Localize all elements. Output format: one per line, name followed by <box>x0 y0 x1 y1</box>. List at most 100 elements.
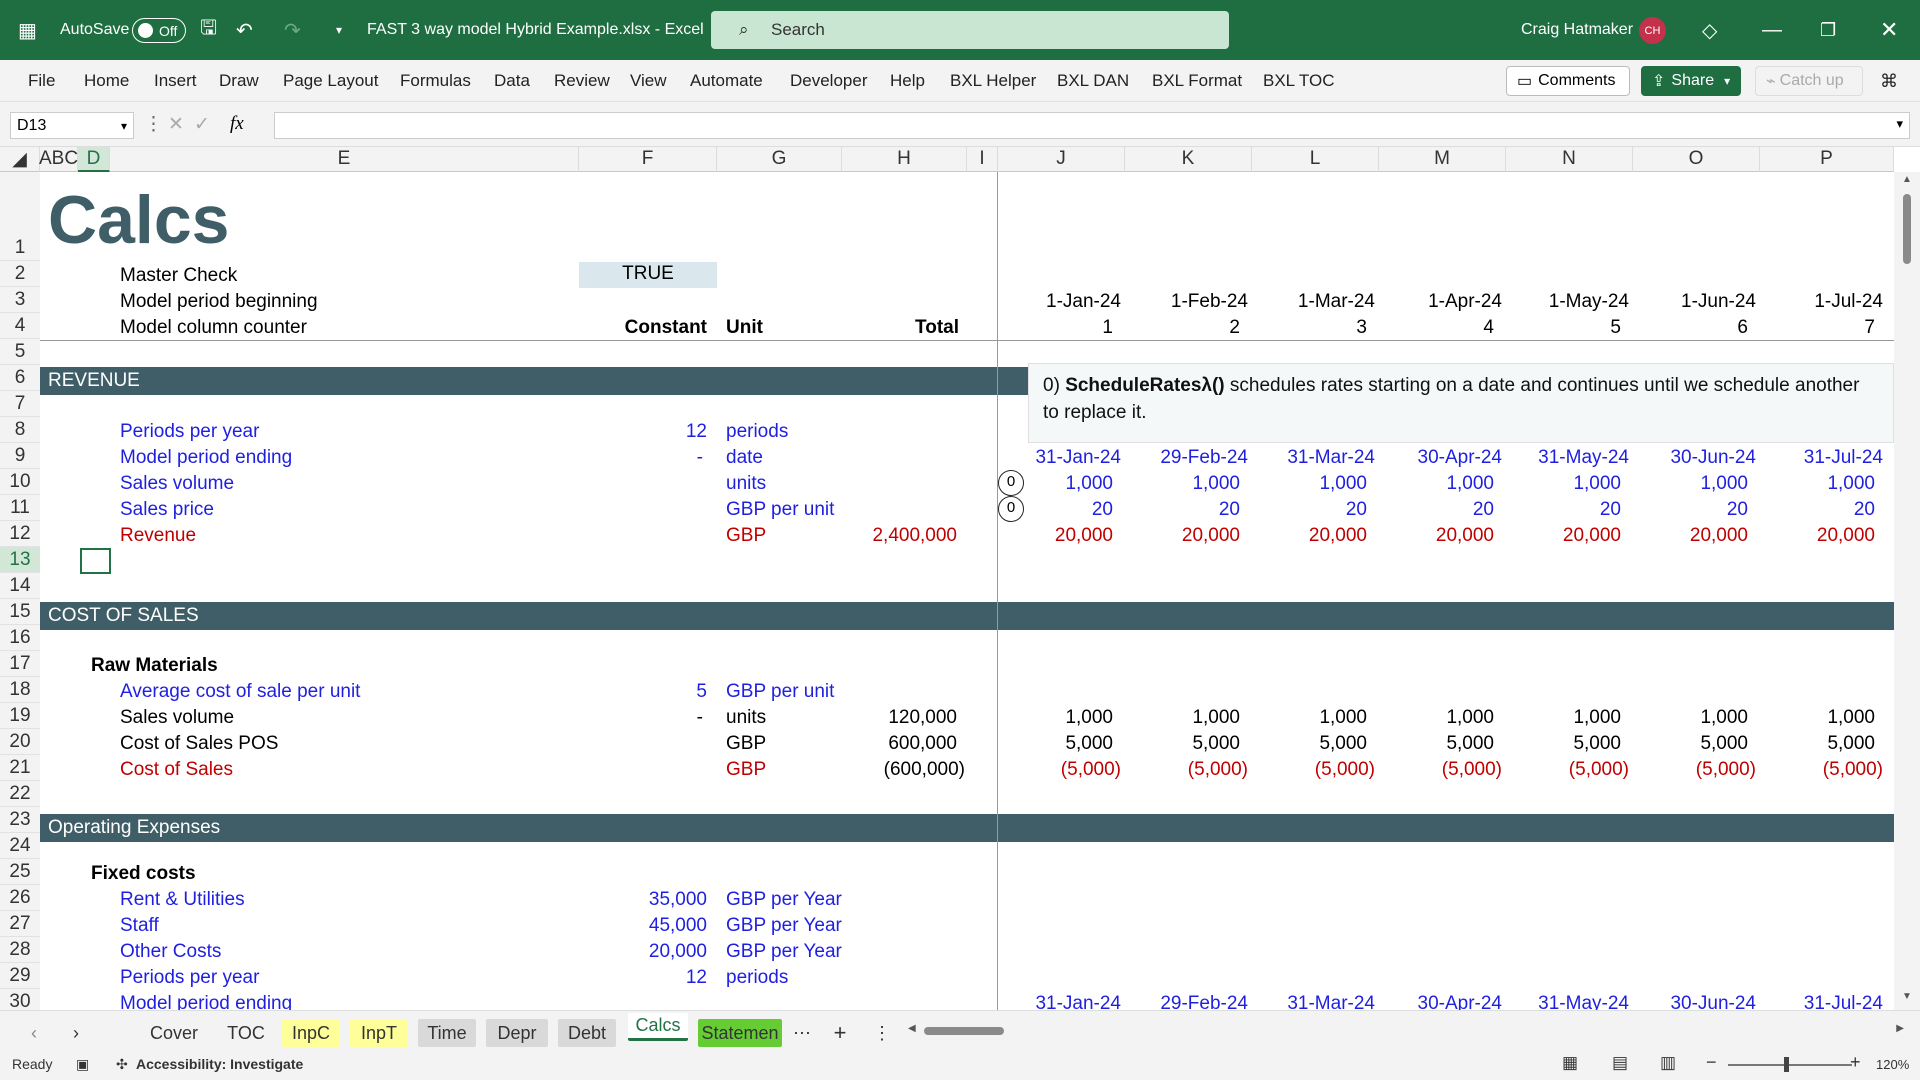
tab-home[interactable]: Home <box>84 60 129 102</box>
counter-cell[interactable]: 4 <box>1379 316 1494 340</box>
sales-price-cell[interactable]: 20 <box>1125 498 1240 522</box>
end-date-cell[interactable]: 30-Apr-24 <box>1379 446 1503 470</box>
opex-end-date-cell[interactable]: 29-Feb-24 <box>1125 992 1248 1010</box>
row-header[interactable]: 3 <box>0 287 40 313</box>
end-date-cell[interactable]: 31-Jan-24 <box>998 446 1121 470</box>
row-header[interactable]: 18 <box>0 677 40 703</box>
zoom-level[interactable]: 120% <box>1876 1055 1909 1075</box>
end-date-cell[interactable]: 30-Jun-24 <box>1633 446 1756 470</box>
row-header[interactable]: 12 <box>0 521 40 547</box>
periods-per-year-unit[interactable]: periods <box>726 420 788 444</box>
horizontal-scrollbar[interactable]: ◀ ▶ <box>904 1019 1904 1043</box>
avg-cost-label[interactable]: Average cost of sale per unit <box>120 680 360 704</box>
staff-label[interactable]: Staff <box>120 914 159 938</box>
opex-periods-label[interactable]: Periods per year <box>120 966 259 990</box>
scroll-up-icon[interactable]: ▲ <box>1902 174 1912 185</box>
col-header-abc[interactable]: ABC <box>39 147 78 172</box>
end-date-cell[interactable]: 31-Mar-24 <box>1252 446 1375 470</box>
counter-cell[interactable]: 3 <box>1252 316 1367 340</box>
next-sheet-icon[interactable]: › <box>64 1019 88 1047</box>
other-costs-unit[interactable]: GBP per Year <box>726 940 842 964</box>
row-header[interactable]: 25 <box>0 859 40 885</box>
cos-unit[interactable]: GBP <box>726 758 766 782</box>
active-cell-d13[interactable] <box>80 548 111 574</box>
model-period-beginning-label[interactable]: Model period beginning <box>120 290 318 314</box>
cos-volume-cell[interactable]: 1,000 <box>1760 706 1875 730</box>
tab-view[interactable]: View <box>630 60 667 102</box>
row-header[interactable]: 8 <box>0 417 40 443</box>
col-header-g[interactable]: G <box>717 147 842 172</box>
horizontal-scroll-thumb[interactable] <box>924 1027 1004 1035</box>
macro-record-icon[interactable]: ▣ <box>76 1054 89 1074</box>
sheet-tab-time[interactable]: Time <box>418 1019 476 1047</box>
save-icon[interactable]: 🖫 <box>200 0 217 60</box>
tab-bxl-helper[interactable]: BXL Helper <box>950 60 1036 102</box>
row-header[interactable]: 15 <box>0 599 40 625</box>
comments-button[interactable]: ▭ Comments <box>1506 66 1630 96</box>
cos-pos-unit[interactable]: GBP <box>726 732 766 756</box>
row-header[interactable]: 23 <box>0 807 40 833</box>
cos-pos-cell[interactable]: 5,000 <box>1633 732 1748 756</box>
rent-constant[interactable]: 35,000 <box>579 888 707 912</box>
avg-cost-unit[interactable]: GBP per unit <box>726 680 834 704</box>
row-header[interactable]: 21 <box>0 755 40 781</box>
date-cell[interactable]: 1-May-24 <box>1506 290 1629 314</box>
tab-bxl-toc[interactable]: BXL TOC <box>1263 60 1335 102</box>
end-date-cell[interactable]: 29-Feb-24 <box>1125 446 1248 470</box>
col-header-h[interactable]: H <box>842 147 967 172</box>
cos-cell[interactable]: (5,000) <box>1760 758 1883 782</box>
row-header[interactable]: 9 <box>0 443 40 469</box>
zoom-slider[interactable] <box>1728 1064 1852 1066</box>
master-check-label[interactable]: Master Check <box>120 264 237 288</box>
cos-pos-cell[interactable]: 5,000 <box>1379 732 1494 756</box>
revenue-cell[interactable]: 20,000 <box>1125 524 1240 548</box>
sheet-tab-debt[interactable]: Debt <box>558 1019 616 1047</box>
master-check-value[interactable]: TRUE <box>579 262 717 288</box>
sheet-tab-cover[interactable]: Cover <box>143 1019 205 1047</box>
row-header[interactable]: 17 <box>0 651 40 677</box>
add-sheet-icon[interactable]: + <box>828 1019 852 1047</box>
cos-volume-cell[interactable]: 1,000 <box>1125 706 1240 730</box>
insert-function-button[interactable]: fx <box>230 112 244 136</box>
staff-unit[interactable]: GBP per Year <box>726 914 842 938</box>
row-header[interactable]: 28 <box>0 937 40 963</box>
sales-volume-cell[interactable]: 1,000 <box>1760 472 1875 496</box>
cos-volume-cell[interactable]: 1,000 <box>998 706 1113 730</box>
undo-icon[interactable]: ↶ <box>236 0 253 60</box>
date-cell[interactable]: 1-Feb-24 <box>1125 290 1248 314</box>
row-header[interactable]: 10 <box>0 469 40 495</box>
cos-pos-cell[interactable]: 5,000 <box>1760 732 1875 756</box>
spreadsheet-grid[interactable]: ◢ ABC D E F G H I J K L M N O P 1 2 3 4 … <box>0 147 1920 1010</box>
search-box[interactable]: ⌕ Search <box>711 11 1229 49</box>
row-header[interactable]: 30 <box>0 989 40 1010</box>
sales-volume-cell[interactable]: 1,000 <box>1379 472 1494 496</box>
prev-sheet-icon[interactable]: ‹ <box>22 1019 46 1047</box>
cos-cell[interactable]: (5,000) <box>1125 758 1248 782</box>
sales-volume-cell[interactable]: 1,000 <box>998 472 1113 496</box>
periods-per-year-constant[interactable]: 12 <box>579 420 707 444</box>
catch-up-button[interactable]: ⌁ Catch up <box>1755 66 1863 96</box>
other-costs-constant[interactable]: 20,000 <box>579 940 707 964</box>
revenue-cell[interactable]: 20,000 <box>1379 524 1494 548</box>
enter-icon[interactable]: ✓ <box>194 113 210 137</box>
model-period-ending-label[interactable]: Model period ending <box>120 446 292 470</box>
cos-cell[interactable]: (5,000) <box>1633 758 1756 782</box>
zoom-out-icon[interactable]: − <box>1706 1052 1717 1072</box>
cos-pos-cell[interactable]: 5,000 <box>998 732 1113 756</box>
tab-bxl-format[interactable]: BXL Format <box>1152 60 1242 102</box>
counter-cell[interactable]: 2 <box>1125 316 1240 340</box>
constant-header[interactable]: Constant <box>579 316 707 340</box>
opex-end-date-cell[interactable]: 31-Mar-24 <box>1252 992 1375 1010</box>
cos-cell[interactable]: (5,000) <box>1506 758 1629 782</box>
periods-per-year-label[interactable]: Periods per year <box>120 420 259 444</box>
opex-end-date-cell[interactable]: 31-Jan-24 <box>998 992 1121 1010</box>
counter-cell[interactable]: 6 <box>1633 316 1748 340</box>
zoom-in-icon[interactable]: + <box>1850 1052 1861 1072</box>
tab-draw[interactable]: Draw <box>219 60 259 102</box>
row-header[interactable]: 7 <box>0 391 40 417</box>
model-period-ending-constant[interactable]: - <box>579 446 703 470</box>
revenue-cell[interactable]: 20,000 <box>1760 524 1875 548</box>
cancel-icon[interactable]: ✕ <box>168 113 184 137</box>
sheet-tab-statements[interactable]: Statemen <box>698 1019 782 1047</box>
col-header-n[interactable]: N <box>1506 147 1633 172</box>
